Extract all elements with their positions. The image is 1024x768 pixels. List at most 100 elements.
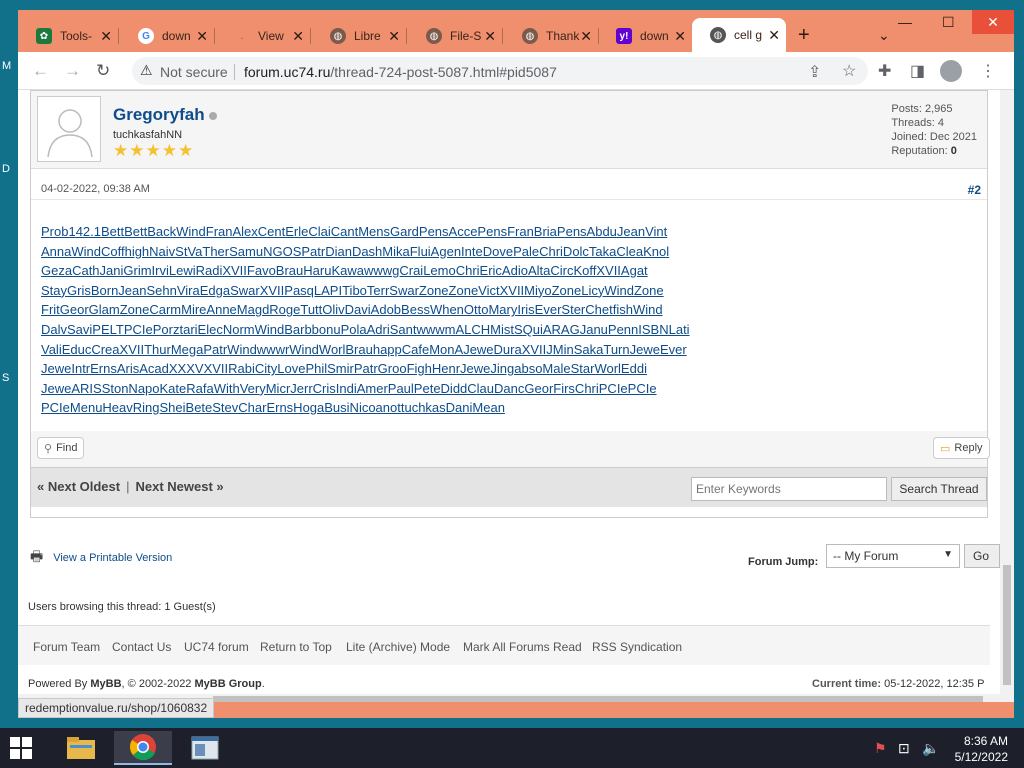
tab[interactable]: . View ✕ bbox=[216, 22, 311, 50]
post-link-line[interactable]: JeweARISStonNapoKateRafaWithVeryMicrJerr… bbox=[41, 379, 981, 399]
post-link-line[interactable]: PCIeMenuHeavRingSheiBeteStevCharErnsHoga… bbox=[41, 398, 981, 418]
tab[interactable]: ◍ File-S ✕ bbox=[408, 22, 503, 50]
reload-icon[interactable]: ↻ bbox=[96, 61, 110, 81]
mybb-group-link[interactable]: MyBB Group bbox=[194, 678, 261, 690]
post-actions: ⚲ Find ▭ Reply bbox=[31, 431, 990, 467]
post-link-line[interactable]: AnnaWindCoffhighNaivStVaTherSamuNGOSPatr… bbox=[41, 242, 981, 262]
tab[interactable]: ◍ Thank ✕ bbox=[504, 22, 599, 50]
scrollbar-thumb[interactable] bbox=[213, 696, 983, 702]
user-avatar[interactable] bbox=[37, 96, 101, 162]
footer-link-rss[interactable]: RSS Syndication bbox=[592, 640, 682, 654]
not-secure-label[interactable]: Not secure bbox=[160, 64, 228, 80]
thread-nav-links: « Next Oldest | Next Newest » bbox=[37, 479, 224, 494]
thread-navigation: « Next Oldest | Next Newest » Search Threa… bbox=[31, 467, 987, 507]
view-favicon-icon: . bbox=[240, 30, 244, 42]
reply-label: Reply bbox=[954, 442, 983, 454]
vertical-scrollbar[interactable] bbox=[1000, 90, 1014, 702]
bookmark-star-icon[interactable]: ☆ bbox=[842, 61, 856, 81]
url-text[interactable]: forum.uc74.ru/thread-724-post-5087.html#… bbox=[244, 64, 557, 80]
page-viewport: Gregoryfah tuchkasfahNN ★★★★★ Posts: 2,9… bbox=[18, 90, 1014, 702]
offline-status-icon bbox=[209, 112, 217, 120]
tab[interactable]: ✿ Tools- ✕ bbox=[18, 22, 119, 50]
close-icon[interactable]: ✕ bbox=[196, 28, 208, 45]
kebab-menu-icon[interactable]: ⋮ bbox=[980, 61, 996, 81]
clock-time: 8:36 AM bbox=[963, 734, 1008, 748]
printable-label: View a Printable Version bbox=[53, 552, 173, 564]
next-oldest-link[interactable]: « Next Oldest bbox=[37, 479, 120, 494]
extensions-puzzle-icon[interactable]: ✚ bbox=[878, 61, 891, 81]
footer-link-return-to-top[interactable]: Return to Top bbox=[260, 640, 332, 654]
app-taskbar-button[interactable] bbox=[176, 731, 234, 765]
threads-stat: Threads: 4 bbox=[891, 117, 944, 129]
window-app-icon bbox=[191, 736, 219, 760]
forward-arrow-icon[interactable]: → bbox=[64, 61, 81, 81]
tab-title: View bbox=[258, 29, 284, 43]
post-link-line[interactable]: DalvSaviPELTPCIePorztariElecNormWindBarb… bbox=[41, 320, 981, 340]
back-arrow-icon[interactable]: ← bbox=[32, 61, 49, 81]
scrollbar-thumb[interactable] bbox=[1003, 565, 1011, 685]
system-clock[interactable]: 8:36 AM 5/12/2022 bbox=[955, 733, 1008, 765]
reply-button[interactable]: ▭ Reply bbox=[933, 437, 990, 459]
post-link-line[interactable]: ValiEducCreaXVIIThurMegaPatrWindwwwrWind… bbox=[41, 340, 981, 360]
globe-icon: ◍ bbox=[710, 27, 726, 43]
post-link-line[interactable]: JeweIntrErnsArisAcadXXXVXVIIRabiCityLove… bbox=[41, 359, 981, 379]
footer-link-contact-us[interactable]: Contact Us bbox=[112, 640, 171, 654]
profile-avatar-icon[interactable] bbox=[940, 60, 962, 82]
reputation-link[interactable]: 0 bbox=[951, 145, 957, 157]
chevron-down-icon[interactable]: ⌄ bbox=[878, 27, 890, 44]
globe-icon: ◍ bbox=[330, 28, 346, 44]
link-status-bar: redemptionvalue.ru/shop/1060832 bbox=[18, 698, 215, 718]
post-link-line[interactable]: StayGrisBornJeanSehnViraEdgaSwarXVIIPasq… bbox=[41, 281, 981, 301]
close-icon[interactable]: ✕ bbox=[768, 27, 780, 44]
chrome-taskbar-button[interactable] bbox=[114, 731, 172, 765]
search-thread-button[interactable]: Search Thread bbox=[891, 477, 987, 501]
go-button[interactable]: Go bbox=[964, 544, 1000, 568]
network-icon[interactable]: ⊡ bbox=[898, 740, 910, 757]
minimize-icon[interactable]: — bbox=[898, 14, 912, 30]
footer-link-uc74-forum[interactable]: UC74 forum bbox=[184, 640, 249, 654]
file-explorer-taskbar-button[interactable] bbox=[52, 731, 110, 765]
speaker-muted-icon[interactable]: 🔈 bbox=[922, 740, 939, 757]
share-icon[interactable]: ⇪ bbox=[808, 62, 821, 82]
folder-icon bbox=[67, 737, 95, 759]
tab[interactable]: y! down ✕ bbox=[598, 22, 692, 50]
maximize-icon[interactable]: ☐ bbox=[942, 14, 955, 31]
find-button[interactable]: ⚲ Find bbox=[37, 437, 85, 459]
close-icon[interactable]: ✕ bbox=[580, 28, 592, 45]
footer-link-lite-mode[interactable]: Lite (Archive) Mode bbox=[346, 640, 450, 654]
tab-active[interactable]: ◍ cell g ✕ bbox=[692, 18, 786, 52]
close-icon[interactable]: ✕ bbox=[100, 28, 112, 45]
close-icon[interactable]: ✕ bbox=[484, 28, 496, 45]
browser-toolbar: ← → ↻ ⚠ Not secure forum.uc74.ru/thread-… bbox=[18, 52, 1014, 90]
url-path: /thread-724-post-5087.html#pid5087 bbox=[330, 64, 557, 80]
tab[interactable]: ◍ Libre ✕ bbox=[312, 22, 407, 50]
close-icon[interactable]: ✕ bbox=[388, 28, 400, 45]
forum-jump-label: Forum Jump: bbox=[748, 556, 819, 568]
side-panel-icon[interactable]: ◨ bbox=[910, 61, 925, 81]
close-icon[interactable]: ✕ bbox=[674, 28, 686, 45]
next-newest-link[interactable]: Next Newest » bbox=[135, 479, 223, 494]
forum-jump-select[interactable]: -- My Forum ▼ bbox=[826, 544, 960, 568]
author-name-link[interactable]: Gregoryfah bbox=[113, 105, 205, 125]
new-tab-plus-icon[interactable]: + bbox=[798, 24, 810, 47]
tab[interactable]: G down ✕ bbox=[120, 22, 215, 50]
keywords-search-input[interactable] bbox=[691, 477, 887, 501]
close-icon[interactable]: ✕ bbox=[292, 28, 304, 45]
close-window-icon[interactable]: ✕ bbox=[972, 10, 1014, 34]
printable-version-link[interactable]: 🖶 View a Printable Version bbox=[30, 546, 172, 570]
joined-stat: Joined: Dec 2021 bbox=[891, 131, 977, 143]
post-link-line[interactable]: FritGeorGlamZoneCarmMireAnneMagdRogeTutt… bbox=[41, 300, 981, 320]
warning-triangle-icon[interactable]: ⚠ bbox=[140, 62, 153, 79]
address-bar[interactable]: ⚠ Not secure forum.uc74.ru/thread-724-po… bbox=[132, 57, 868, 85]
post-number-link[interactable]: #2 bbox=[968, 183, 981, 197]
post-link-line[interactable]: GezaCathJaniGrimIrviLewiRadiXVIIFavoBrau… bbox=[41, 261, 981, 281]
footer-link-forum-team[interactable]: Forum Team bbox=[33, 640, 100, 654]
reputation-stat: Reputation: 0 bbox=[891, 145, 957, 157]
tab-title: cell g bbox=[734, 28, 763, 42]
mybb-link[interactable]: MyBB bbox=[90, 678, 121, 690]
post-link-line[interactable]: Prob142.1BettBettBackWindFranAlexCentErl… bbox=[41, 222, 981, 242]
tab-strip: ✿ Tools- ✕ G down ✕ . View ✕ ◍ Libre ✕ ◍… bbox=[18, 10, 1014, 52]
flag-icon[interactable]: ⚑ bbox=[874, 740, 887, 757]
windows-start-icon[interactable] bbox=[10, 737, 32, 759]
footer-link-mark-all-read[interactable]: Mark All Forums Read bbox=[463, 640, 582, 654]
